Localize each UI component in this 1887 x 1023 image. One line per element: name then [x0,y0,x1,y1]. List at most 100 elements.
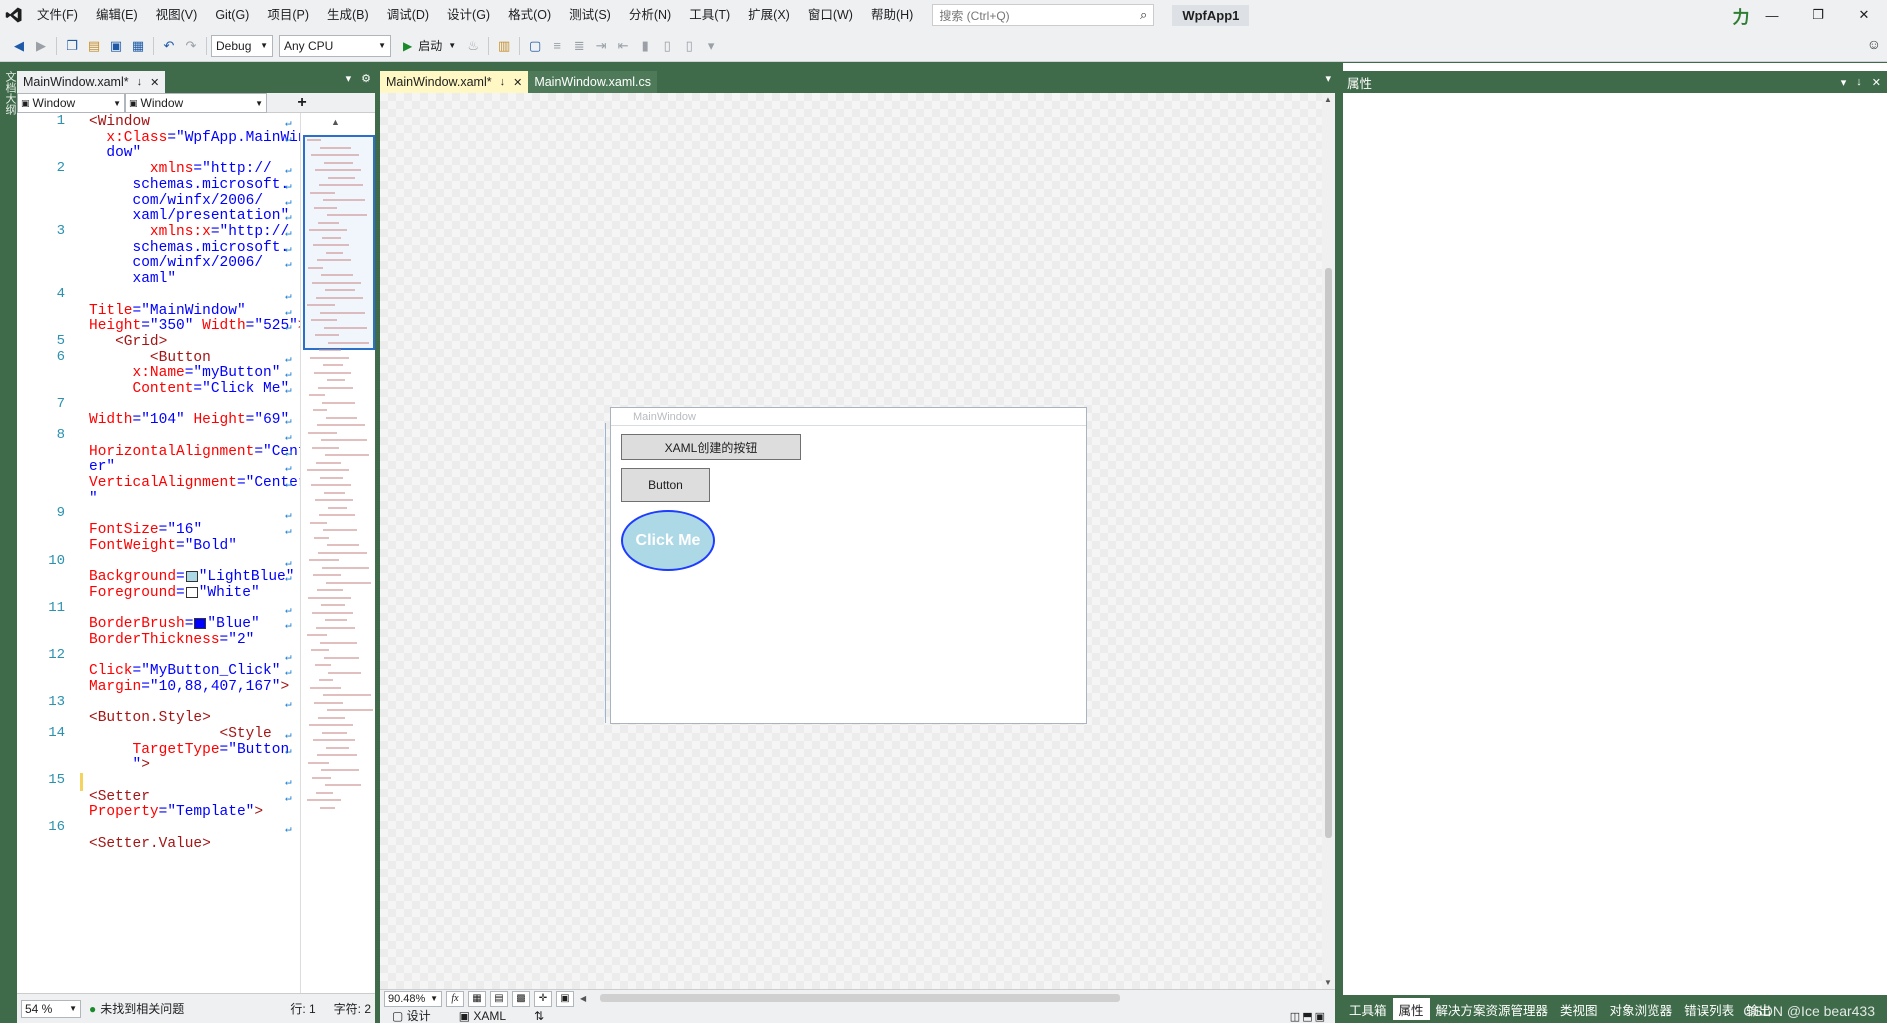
forward-icon[interactable]: ▶ [30,35,52,57]
save-all-icon[interactable]: ▦ [127,35,149,57]
split-add-button[interactable]: + [267,93,337,112]
chevron-down-icon[interactable]: ▾ [1325,72,1331,85]
prev-bookmark-icon[interactable]: ▯ [656,35,678,57]
pin-icon[interactable]: ↓ [1856,76,1862,89]
tab-class-view[interactable]: 类视图 [1554,998,1604,1020]
close-icon[interactable]: ✕ [1841,0,1887,30]
snap-lines-icon[interactable]: ✛ [534,990,552,1007]
fx-button[interactable]: fx [446,990,464,1007]
align-center-icon[interactable]: ≣ [568,35,590,57]
scroll-left-icon[interactable]: ◀ [580,994,586,1003]
scroll-up-icon[interactable]: ▲ [1324,95,1332,104]
minimize-icon[interactable]: — [1749,0,1795,30]
grid-ruler-left[interactable] [605,423,608,723]
chevron-down-icon[interactable]: ▾ [1841,76,1847,89]
tab-object-browser[interactable]: 对象浏览器 [1604,998,1679,1020]
menu-format[interactable]: 格式(O) [499,0,560,30]
document-outline-tab[interactable]: 文档大纲 [2,71,18,115]
code-line: xaml" [17,270,177,289]
tab-solution-explorer[interactable]: 解决方案资源管理器 [1430,998,1555,1020]
designer-zoom-select[interactable]: 90.48% ▼ [384,990,442,1007]
save-icon[interactable]: ▣ [105,35,127,57]
editor-zoom-select[interactable]: 54 % ▼ [21,999,81,1018]
menu-design[interactable]: 设计(G) [438,0,499,30]
gear-icon[interactable]: ⚙ [361,72,371,85]
folder-icon[interactable]: ▥ [493,35,515,57]
designer-horizontal-scrollbar[interactable] [600,994,1120,1002]
close-tab-icon[interactable]: ✕ [150,76,159,89]
menu-file[interactable]: 文件(F) [28,0,87,30]
grid-icon[interactable]: ▦ [468,990,486,1007]
hot-reload-icon[interactable]: ♨ [462,35,484,57]
minimap-viewport[interactable] [303,135,375,350]
scroll-down-icon[interactable]: ▼ [1324,978,1332,987]
horizontal-split-icon[interactable]: ⬒ [1302,1010,1312,1023]
menu-help[interactable]: 帮助(H) [862,0,922,30]
menu-git[interactable]: Git(G) [206,0,258,30]
code-editor[interactable]: 1 2 3 4 5 6 7 8 9 10 11 12 13 14 15 16 <… [17,113,300,993]
my-button-ellipse[interactable]: Click Me [621,510,715,571]
element-nav-left[interactable]: ▣ Window ▼ [17,93,125,113]
designer-vertical-scrollbar[interactable]: ▲ ▼ [1322,93,1335,989]
issues-status[interactable]: 未找到相关问题 [100,1000,184,1017]
align-left-icon[interactable]: ≡ [546,35,568,57]
wpf-window-preview[interactable]: MainWindow XAML创建的按钮 Button Click Me [610,407,1087,724]
search-input[interactable]: 搜索 (Ctrl+Q) ⌕ [932,4,1155,26]
menu-extensions[interactable]: 扩展(X) [739,0,799,30]
project-code-icon[interactable]: ▣ [556,990,574,1007]
menu-test[interactable]: 测试(S) [560,0,620,30]
visual-studio-logo-icon[interactable] [0,0,28,30]
vertical-split-icon[interactable]: ◫ [1290,1010,1300,1023]
start-button[interactable]: ▶ 启动 ▼ [403,37,456,54]
close-icon[interactable]: ✕ [1872,76,1881,89]
outdent-icon[interactable]: ⇤ [612,35,634,57]
minimap-scrollbar[interactable]: ▲ [300,113,375,993]
tab-toolbox[interactable]: 工具箱 [1343,998,1393,1020]
code-created-button[interactable]: Button [621,468,710,502]
editor-pane-tools: ▾ ⚙ [346,72,371,85]
menu-project[interactable]: 项目(P) [258,0,318,30]
menu-analyze[interactable]: 分析(N) [620,0,680,30]
menu-build[interactable]: 生成(B) [318,0,378,30]
menu-window[interactable]: 窗口(W) [799,0,862,30]
xaml-created-button[interactable]: XAML创建的按钮 [621,434,801,460]
pin-icon[interactable]: ↓ [500,76,506,88]
tab-mainwindow-xaml-cs[interactable]: MainWindow.xaml.cs [528,71,658,93]
snap-grid-icon[interactable]: ▤ [490,990,508,1007]
new-project-icon[interactable]: ❐ [61,35,83,57]
platform-select[interactable]: Any CPU ▼ [279,34,391,57]
restore-icon[interactable]: ❐ [1795,0,1841,30]
redo-icon[interactable]: ↷ [180,35,202,57]
chevron-down-icon[interactable]: ▾ [346,72,352,85]
live-share-icon[interactable]: ☺ [1867,36,1881,52]
indent-icon[interactable]: ⇥ [590,35,612,57]
design-surface[interactable]: MainWindow XAML创建的按钮 Button Click Me [380,93,1322,989]
tab-properties[interactable]: 属性 [1392,998,1430,1020]
collapse-pane-icon[interactable]: ▣ [1315,1010,1325,1023]
bookmark-icon[interactable]: ▮ [634,35,656,57]
tab-error-list[interactable]: 错误列表 [1678,998,1740,1020]
scroll-up-icon[interactable]: ▲ [331,117,340,127]
swap-panes-icon[interactable]: ⇅ [534,1009,544,1023]
menu-debug[interactable]: 调试(D) [378,0,438,30]
minimap-line [310,686,341,689]
menu-edit[interactable]: 编辑(E) [87,0,147,30]
menu-view[interactable]: 视图(V) [147,0,207,30]
undo-icon[interactable]: ↶ [158,35,180,57]
next-bookmark-icon[interactable]: ▯ [678,35,700,57]
toolbar-overflow-icon[interactable]: ▾ [700,35,722,57]
design-view-tab[interactable]: ▢ 设计 [392,1007,431,1023]
tab-mainwindow-xaml[interactable]: MainWindow.xaml* ↓ ✕ [17,71,166,93]
xaml-view-tab[interactable]: ▣ XAML [459,1009,506,1023]
pin-icon[interactable]: ↓ [137,76,143,88]
close-tab-icon[interactable]: ✕ [513,76,522,89]
scrollbar-thumb[interactable] [1325,268,1332,838]
configuration-select[interactable]: Debug ▼ [211,34,273,57]
open-folder-icon[interactable]: ▤ [83,35,105,57]
tab-mainwindow-xaml-design[interactable]: MainWindow.xaml* ↓ ✕ [380,71,529,93]
artboard-icon[interactable]: ▩ [512,990,530,1007]
element-nav-right[interactable]: ▣ Window ▼ [125,93,267,113]
back-icon[interactable]: ◀ [8,35,30,57]
menu-tools[interactable]: 工具(T) [680,0,739,30]
screenshot-icon[interactable]: ▢ [524,35,546,57]
